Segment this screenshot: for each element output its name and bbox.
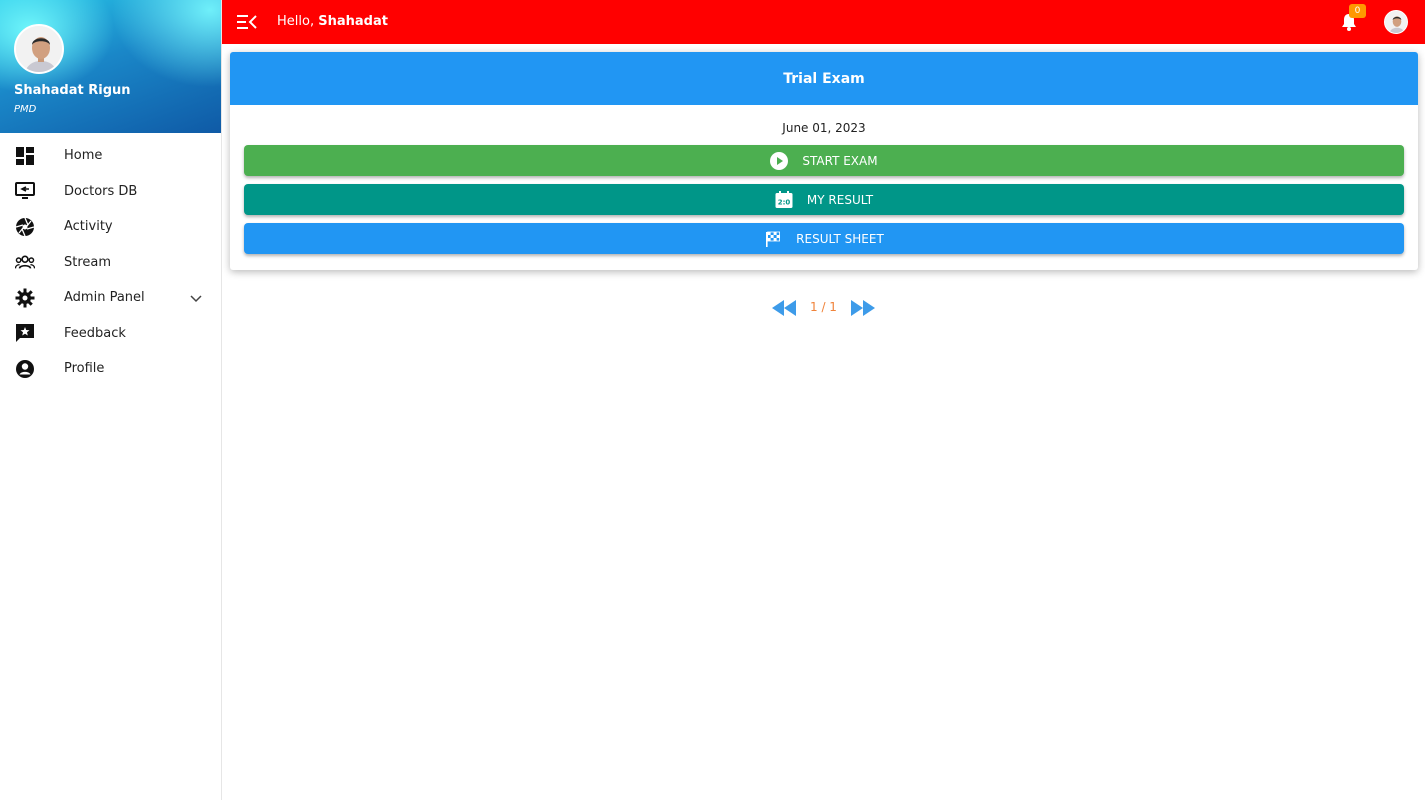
- aperture-icon: [15, 217, 35, 237]
- account-circle-icon: [15, 359, 35, 379]
- avatar[interactable]: [14, 24, 64, 74]
- pagination: 1 / 1: [772, 298, 876, 318]
- page-indicator: 1 / 1: [810, 300, 837, 314]
- exam-date: June 01, 2023: [782, 121, 866, 135]
- sidebar-item-doctors-db[interactable]: Doctors DB: [0, 174, 221, 210]
- feedback-icon: [15, 323, 35, 343]
- monitor-icon: [15, 181, 35, 201]
- start-exam-label: START EXAM: [802, 153, 878, 168]
- menu-toggle-icon[interactable]: [237, 13, 257, 31]
- group-icon: [15, 252, 35, 272]
- profile-role: PMD: [14, 104, 37, 115]
- sidebar: Shahadat Rigun PMD Home Doctors DB Activ…: [0, 0, 222, 800]
- my-result-label: MY RESULT: [806, 192, 874, 207]
- sidebar-item-label: Profile: [64, 361, 105, 377]
- sidebar-item-admin-panel[interactable]: Admin Panel: [0, 280, 221, 316]
- exam-title: Trial Exam: [230, 52, 1418, 105]
- notification-badge: 0: [1349, 4, 1366, 18]
- sidebar-item-label: Activity: [64, 219, 113, 235]
- profile-name: Shahadat Rigun: [14, 83, 131, 98]
- sidebar-item-label: Home: [64, 148, 103, 164]
- play-circle-icon: [770, 151, 789, 170]
- gear-icon: [15, 288, 35, 308]
- sidebar-item-activity[interactable]: Activity: [0, 209, 221, 245]
- dashboard-icon: [15, 146, 35, 166]
- sidebar-item-stream[interactable]: Stream: [0, 245, 221, 281]
- top-bar: Hello, Shahadat 0: [222, 0, 1425, 44]
- result-sheet-label: RESULT SHEET: [796, 231, 884, 246]
- greeting-name: Shahadat: [318, 14, 388, 29]
- greeting-prefix: Hello,: [277, 14, 319, 29]
- sidebar-item-label: Admin Panel: [64, 290, 145, 306]
- svg-text:2:0: 2:0: [778, 198, 791, 206]
- sidebar-item-label: Feedback: [64, 325, 126, 341]
- greeting: Hello, Shahadat: [277, 14, 388, 29]
- checkered-flag-icon: [764, 230, 782, 248]
- sidebar-item-profile[interactable]: Profile: [0, 351, 221, 387]
- sidebar-nav: Home Doctors DB Activity Stream Admin Pa…: [0, 133, 221, 387]
- sidebar-item-feedback[interactable]: Feedback: [0, 316, 221, 352]
- result-sheet-button[interactable]: RESULT SHEET: [244, 223, 1404, 254]
- start-exam-button[interactable]: START EXAM: [244, 145, 1404, 176]
- exam-card: Trial Exam June 01, 2023 START EXAM 2:0 …: [230, 52, 1418, 270]
- profile-header: Shahadat Rigun PMD: [0, 0, 221, 133]
- my-result-button[interactable]: 2:0 MY RESULT: [244, 184, 1404, 215]
- chevron-down-icon[interactable]: [188, 290, 204, 306]
- sidebar-item-label: Stream: [64, 254, 112, 270]
- user-avatar[interactable]: [1384, 10, 1408, 34]
- sidebar-item-label: Doctors DB: [64, 183, 138, 199]
- scoreboard-icon: 2:0: [775, 190, 793, 209]
- sidebar-item-home[interactable]: Home: [0, 138, 221, 174]
- next-page-icon[interactable]: [851, 300, 875, 316]
- previous-page-icon[interactable]: [772, 300, 796, 316]
